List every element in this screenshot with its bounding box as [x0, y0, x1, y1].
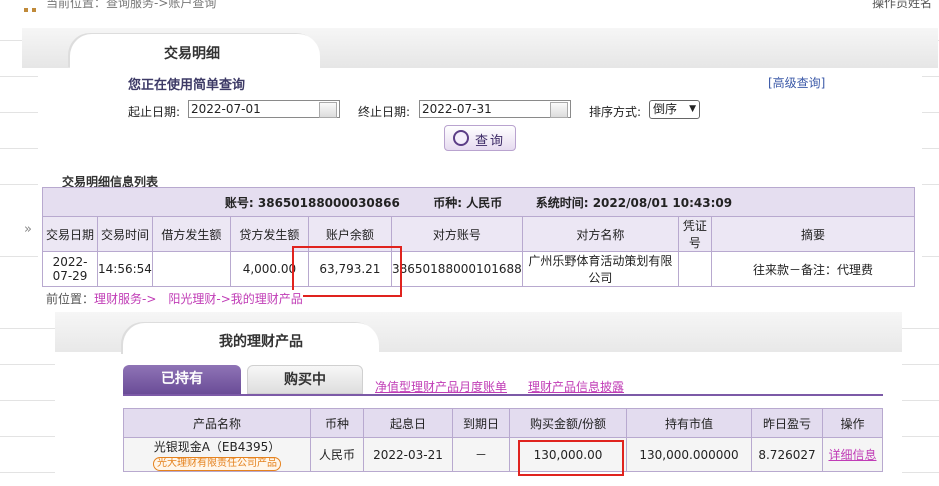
sort-value: 倒序	[653, 102, 678, 116]
column-header: 交易时间	[97, 216, 153, 252]
query-button-label: 查询	[475, 134, 506, 149]
account-number: 38650188000030866	[257, 195, 400, 210]
account-info: 账号: 38650188000030866 币种: 人民币 系统时间: 2022…	[42, 187, 915, 217]
column-header: 操作	[822, 408, 883, 438]
end-date-input[interactable]: 2022-07-31	[419, 100, 571, 118]
system-time: 2022/08/01 10:43:09	[592, 195, 733, 210]
query-button[interactable]: 查询	[444, 125, 516, 151]
start-date-label: 起止日期:	[128, 105, 181, 119]
chevron-down-icon: ▼	[689, 104, 696, 114]
tab-label: 交易明细	[164, 46, 220, 62]
table-row: 光银现金A（EB4395） 光大理财有限责任公司产品 人民币 2022-03-2…	[123, 437, 883, 472]
transaction-table: 账号: 38650188000030866 币种: 人民币 系统时间: 2022…	[42, 187, 916, 287]
tab-buying[interactable]: 购买中	[247, 365, 363, 394]
tab-my-products[interactable]: 我的理财产品	[123, 323, 379, 355]
calendar-icon[interactable]	[550, 102, 568, 118]
bullet-icon	[32, 8, 36, 12]
highlight-box-balance	[292, 246, 402, 297]
top-breadcrumb-bar: 当前位置：查询服务->账户查询 操作员姓名	[0, 0, 939, 22]
cell-pnl: 8.726027	[751, 437, 823, 472]
column-header: 起息日	[363, 408, 453, 438]
cell-market-value: 130,000.000000	[626, 437, 752, 472]
column-header: 摘要	[710, 216, 916, 252]
column-header: 到期日	[452, 408, 510, 438]
cell-currency: 人民币	[310, 437, 364, 472]
issuer-badge: 光大理财有限责任公司产品	[153, 457, 281, 471]
cell-date: 2022-07-29	[42, 251, 98, 287]
table-header: 交易日期 交易时间 借方发生额 贷方发生额 账户余额 对方账号 对方名称 凭证号…	[42, 216, 916, 252]
breadcrumb-path[interactable]: 理财服务-> 阳光理财->我的理财产品	[94, 292, 303, 306]
cell-start-date: 2022-03-21	[363, 437, 453, 472]
advanced-query-link[interactable]: [高级查询]	[768, 74, 825, 91]
tab-label: 我的理财产品	[219, 334, 303, 350]
account-label: 账号:	[224, 195, 254, 210]
system-time-label: 系统时间:	[535, 195, 589, 210]
table-header: 产品名称 币种 起息日 到期日 购买金额/份额 持有市值 昨日盈亏 操作	[123, 408, 883, 438]
table-row: 2022-07-29 14:56:54 4,000.00 63,793.21 3…	[42, 251, 916, 287]
operator-label: 操作员姓名	[872, 0, 933, 10]
cell-action: 详细信息	[822, 437, 883, 472]
cell-counter-name: 广州乐野体育活动策划有限公司	[521, 251, 679, 287]
column-header: 产品名称	[123, 408, 311, 438]
column-header: 凭证号	[677, 216, 712, 252]
cell-debit	[151, 251, 231, 287]
column-header: 持有市值	[626, 408, 752, 438]
end-date-value: 2022-07-31	[422, 102, 492, 116]
detail-link[interactable]: 详细信息	[828, 448, 876, 462]
breadcrumb: 前位置：理财服务-> 阳光理财->我的理财产品	[46, 290, 303, 307]
breadcrumb-prefix: 前位置：	[46, 292, 95, 306]
calendar-icon[interactable]	[319, 102, 337, 118]
simple-query-label: 您正在使用简单查询	[128, 78, 246, 93]
bullet-icon	[24, 8, 28, 12]
top-breadcrumb: 当前位置：查询服务->账户查询	[46, 0, 217, 10]
highlight-box-amount	[518, 440, 624, 476]
end-date-label: 终止日期:	[358, 105, 411, 119]
tab-transaction-details[interactable]: 交易明细	[70, 34, 320, 68]
start-date-input[interactable]: 2022-07-01	[188, 100, 340, 118]
column-header: 购买金额/份额	[509, 408, 627, 438]
product-name: 光银现金A（EB4395）	[153, 440, 281, 454]
currency-label: 币种:	[433, 195, 463, 210]
cell-counter-account: 38650188000101688	[390, 251, 523, 287]
column-header: 对方名称	[521, 216, 679, 252]
sort-select[interactable]: 倒序 ▼	[649, 100, 700, 119]
column-header: 币种	[310, 408, 364, 438]
cell-time: 14:56:54	[97, 251, 153, 287]
search-icon	[453, 130, 469, 146]
collapse-arrow-icon[interactable]: »	[24, 222, 32, 237]
column-header: 昨日盈亏	[751, 408, 823, 438]
account-info-row: 账号: 38650188000030866 币种: 人民币 系统时间: 2022…	[42, 187, 915, 217]
column-header: 对方账号	[390, 216, 523, 252]
product-table: 产品名称 币种 起息日 到期日 购买金额/份额 持有市值 昨日盈亏 操作 光银现…	[123, 408, 883, 472]
monthly-statement-link[interactable]: 净值型理财产品月度账单	[375, 378, 507, 395]
cell-summary: 往来款－备注：代理费	[710, 251, 916, 287]
tab-held[interactable]: 已持有	[123, 365, 241, 394]
column-header: 借方发生额	[151, 216, 231, 252]
cell-end-date: －	[452, 437, 510, 472]
start-date-value: 2022-07-01	[191, 102, 261, 116]
sort-label: 排序方式:	[589, 105, 642, 119]
currency-value: 人民币	[466, 195, 503, 210]
column-header: 交易日期	[42, 216, 98, 252]
disclosure-link[interactable]: 理财产品信息披露	[528, 378, 624, 395]
cell-product: 光银现金A（EB4395） 光大理财有限责任公司产品	[123, 437, 311, 472]
cell-voucher	[677, 251, 712, 287]
